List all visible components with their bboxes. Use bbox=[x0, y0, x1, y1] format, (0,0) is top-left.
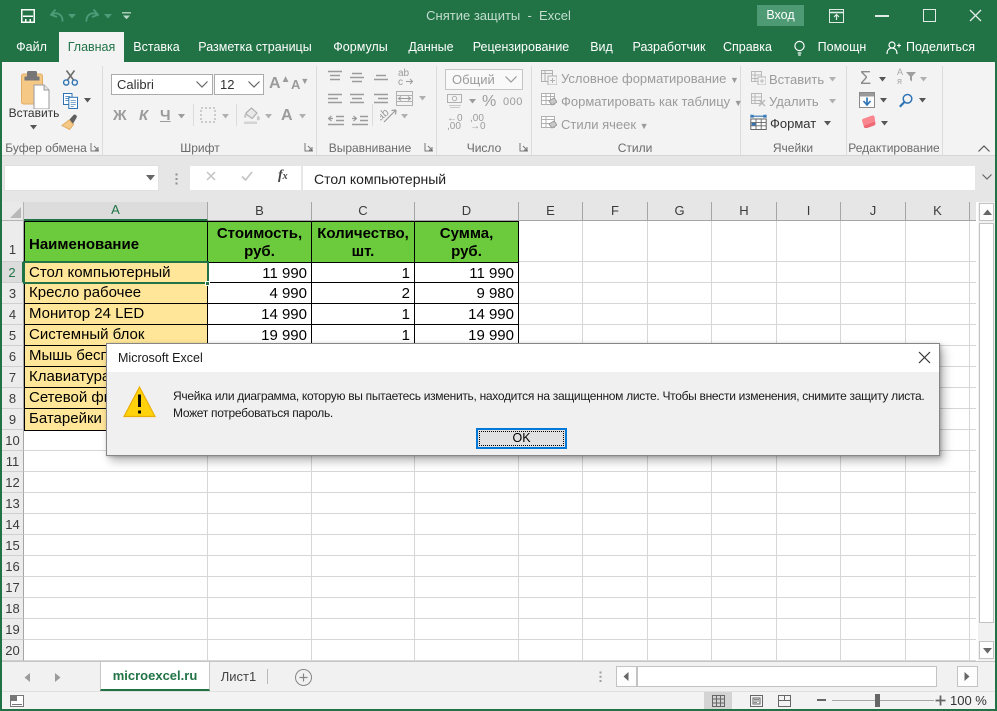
svg-text:c: c bbox=[398, 77, 403, 85]
